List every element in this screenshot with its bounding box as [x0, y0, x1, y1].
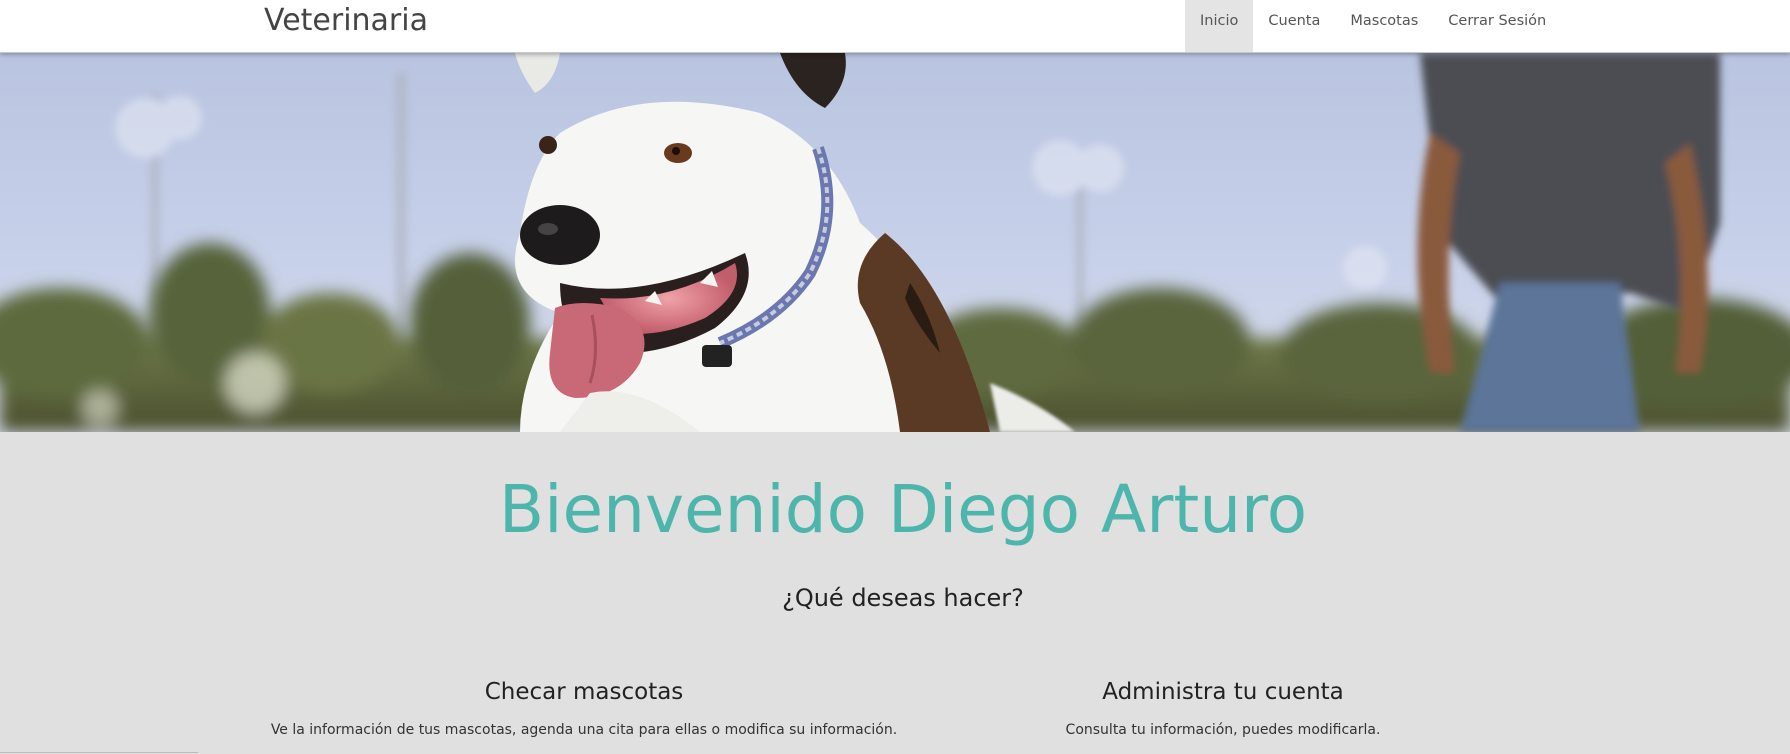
nav-links: Inicio Cuenta Mascotas Cerrar Sesión — [1185, 0, 1561, 52]
card-administra-cuenta: Administra tu cuenta Consulta tu informa… — [1002, 678, 1444, 739]
top-navbar: Veterinaria Inicio Cuenta Mascotas Cerra… — [0, 0, 1790, 53]
hero-dog-image — [0, 53, 1790, 432]
bottom-left-divider — [0, 752, 198, 753]
nav-link-inicio[interactable]: Inicio — [1185, 0, 1254, 52]
card-description: Consulta tu información, puedes modifica… — [1065, 722, 1381, 738]
card-checar-mascotas: Checar mascotas Ve la información de tus… — [264, 678, 904, 739]
card-title[interactable]: Checar mascotas — [264, 678, 904, 706]
brand-link[interactable]: Veterinaria — [264, 3, 428, 39]
main-content: Bienvenido Diego Arturo ¿Qué deseas hace… — [0, 432, 1790, 754]
nav-link-cuenta[interactable]: Cuenta — [1253, 0, 1335, 52]
nav-link-cerrar-sesion[interactable]: Cerrar Sesión — [1433, 0, 1561, 52]
hero-banner — [0, 53, 1790, 432]
welcome-heading: Bienvenido Diego Arturo — [498, 471, 1308, 548]
card-title[interactable]: Administra tu cuenta — [1002, 678, 1444, 706]
card-description: Ve la información de tus mascotas, agend… — [270, 722, 898, 738]
nav-link-mascotas[interactable]: Mascotas — [1335, 0, 1433, 52]
question-heading: ¿Qué deseas hacer? — [782, 584, 1024, 612]
